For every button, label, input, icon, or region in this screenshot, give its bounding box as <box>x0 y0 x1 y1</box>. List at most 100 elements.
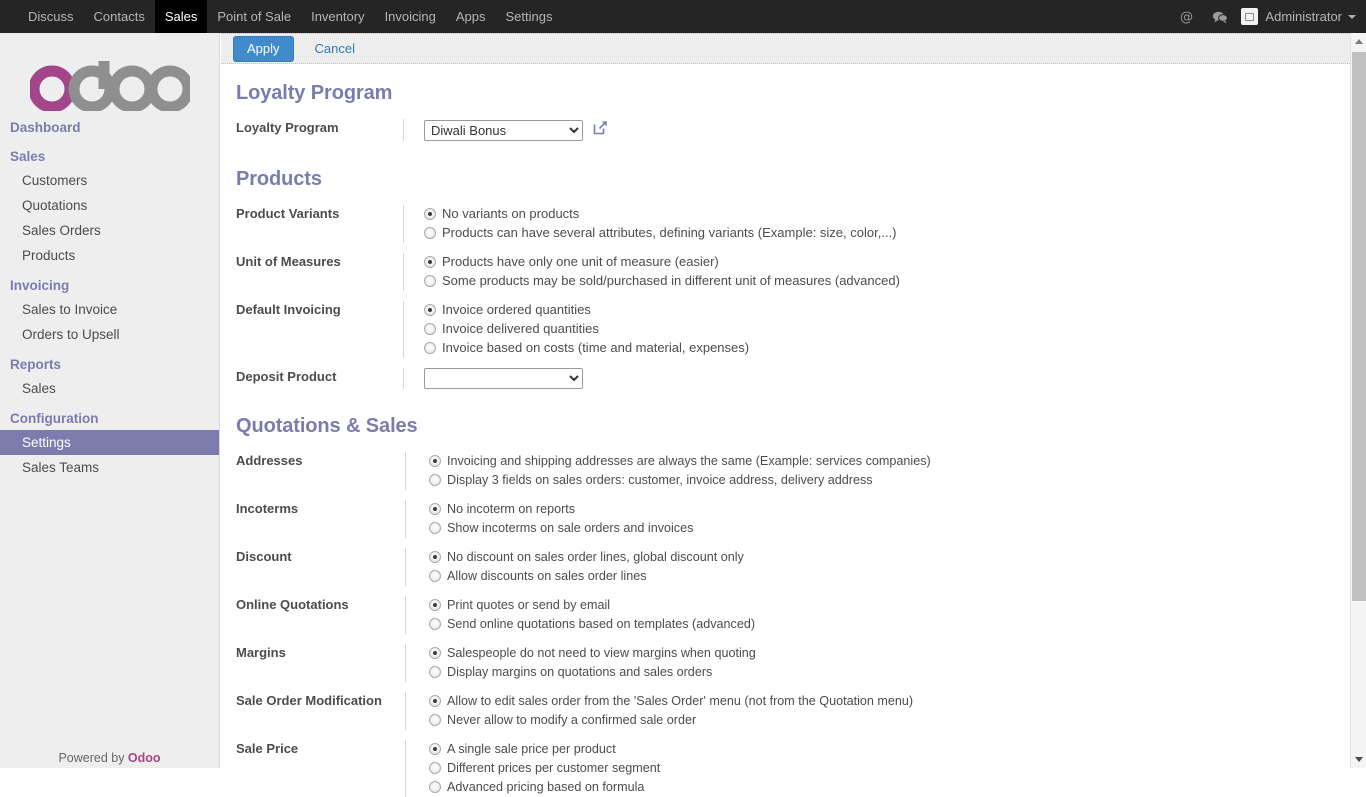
radio-option[interactable]: Display 3 fields on sales orders: custom… <box>429 471 1350 489</box>
radio-option[interactable]: Invoice delivered quantities <box>424 320 1350 338</box>
menu-item-invoicing[interactable]: Invoicing <box>375 0 446 33</box>
radio-button-icon[interactable] <box>424 304 436 316</box>
radio-button-icon[interactable] <box>429 455 441 467</box>
sidebar-item-orders-to-upsell[interactable]: Orders to Upsell <box>0 322 219 347</box>
setting-field: Salespeople do not need to view margins … <box>405 644 1350 682</box>
sidebar-item-sales[interactable]: Sales <box>0 376 219 401</box>
sidebar-section-configuration[interactable]: Configuration <box>0 407 219 430</box>
radio-option[interactable]: No incoterm on reports <box>429 500 1350 518</box>
external-link-icon[interactable] <box>592 119 609 141</box>
radio-option-label: Invoicing and shipping addresses are alw… <box>447 454 931 468</box>
select-field-wrapper <box>424 368 1350 389</box>
menu-item-contacts[interactable]: Contacts <box>84 0 155 33</box>
setting-field <box>403 368 1350 389</box>
radio-button-icon[interactable] <box>429 647 441 659</box>
setting-field: A single sale price per product Different… <box>405 740 1350 797</box>
radio-button-icon[interactable] <box>429 666 441 678</box>
radio-button-icon[interactable] <box>429 522 441 534</box>
loyalty-program-select[interactable]: Diwali Bonus <box>424 119 583 141</box>
radio-button-icon[interactable] <box>429 743 441 755</box>
menu-item-point-of-sale[interactable]: Point of Sale <box>207 0 301 33</box>
menu-item-discuss[interactable]: Discuss <box>18 0 84 33</box>
radio-button-icon[interactable] <box>424 342 436 354</box>
select-field-wrapper: Diwali Bonus <box>424 119 1350 141</box>
radio-button-icon[interactable] <box>424 208 436 220</box>
svg-text:@: @ <box>1180 10 1193 24</box>
setting-label: Sale Order Modification <box>236 693 382 708</box>
at-sign-icon[interactable]: @ <box>1170 9 1203 24</box>
sidebar-item-settings[interactable]: Settings <box>0 430 219 455</box>
sidebar: Dashboard Sales Customers Quotations Sales O… <box>0 33 220 768</box>
radio-option[interactable]: Products have only one unit of measure (… <box>424 253 1350 271</box>
radio-option[interactable]: Different prices per customer segment <box>429 759 1350 777</box>
setting-label: Default Invoicing <box>236 302 341 317</box>
sidebar-section-dashboard[interactable]: Dashboard <box>0 116 219 139</box>
chat-bubble-icon[interactable] <box>1203 10 1237 24</box>
radio-option[interactable]: No discount on sales order lines, global… <box>429 548 1350 566</box>
radio-button-icon[interactable] <box>429 618 441 630</box>
deposit-product-select[interactable] <box>424 368 583 389</box>
radio-option[interactable]: Send online quotations based on template… <box>429 615 1350 633</box>
radio-button-icon[interactable] <box>424 227 436 239</box>
powered-by-footer: Powered by Odoo <box>0 751 219 765</box>
avatar <box>1241 8 1259 25</box>
radio-button-icon[interactable] <box>429 570 441 582</box>
sidebar-section-reports[interactable]: Reports <box>0 353 219 376</box>
form-action-toolbar: Apply Cancel <box>221 33 1350 64</box>
scroll-down-arrow-icon[interactable] <box>1351 751 1366 768</box>
radio-button-icon[interactable] <box>429 714 441 726</box>
radio-option[interactable]: Allow discounts on sales order lines <box>429 567 1350 585</box>
sidebar-item-products[interactable]: Products <box>0 243 219 268</box>
sidebar-item-quotations[interactable]: Quotations <box>0 193 219 218</box>
radio-option-label: Different prices per customer segment <box>447 761 661 775</box>
radio-button-icon[interactable] <box>429 599 441 611</box>
radio-button-icon[interactable] <box>424 256 436 268</box>
vertical-scrollbar[interactable] <box>1350 33 1366 768</box>
setting-field: Products have only one unit of measure (… <box>403 253 1350 291</box>
sidebar-section-invoicing[interactable]: Invoicing <box>0 274 219 297</box>
scrollbar-thumb[interactable] <box>1352 52 1366 601</box>
chevron-down-icon <box>1348 14 1356 19</box>
menu-item-inventory[interactable]: Inventory <box>301 0 374 33</box>
radio-option[interactable]: Invoice based on costs (time and materia… <box>424 339 1350 357</box>
radio-option[interactable]: A single sale price per product <box>429 740 1350 758</box>
radio-option[interactable]: Salespeople do not need to view margins … <box>429 644 1350 662</box>
menu-item-settings[interactable]: Settings <box>496 0 563 33</box>
radio-button-icon[interactable] <box>429 551 441 563</box>
section-title-loyalty: Loyalty Program <box>236 82 393 104</box>
cancel-button[interactable]: Cancel <box>315 41 355 56</box>
user-menu[interactable]: Administrator <box>1237 8 1356 25</box>
sidebar-nav: Dashboard Sales Customers Quotations Sales O… <box>0 116 219 480</box>
apply-button[interactable]: Apply <box>233 35 294 62</box>
radio-button-icon[interactable] <box>424 323 436 335</box>
radio-option[interactable]: Print quotes or send by email <box>429 596 1350 614</box>
menu-item-apps[interactable]: Apps <box>446 0 496 33</box>
radio-button-icon[interactable] <box>429 695 441 707</box>
radio-button-icon[interactable] <box>429 474 441 486</box>
radio-button-icon[interactable] <box>424 275 436 287</box>
radio-option[interactable]: Show incoterms on sale orders and invoic… <box>429 519 1350 537</box>
radio-option[interactable]: Some products may be sold/purchased in d… <box>424 272 1350 290</box>
sidebar-item-sales-orders[interactable]: Sales Orders <box>0 218 219 243</box>
sidebar-section-sales[interactable]: Sales <box>0 145 219 168</box>
radio-option[interactable]: Advanced pricing based on formula <box>429 778 1350 796</box>
radio-option[interactable]: No variants on products <box>424 205 1350 223</box>
menu-item-sales[interactable]: Sales <box>154 0 208 33</box>
radio-button-icon[interactable] <box>429 503 441 515</box>
radio-option[interactable]: Never allow to modify a confirmed sale o… <box>429 711 1350 729</box>
radio-option[interactable]: Display margins on quotations and sales … <box>429 663 1350 681</box>
powered-brand: Odoo <box>127 751 161 765</box>
sidebar-item-customers[interactable]: Customers <box>0 168 219 193</box>
radio-button-icon[interactable] <box>429 762 441 774</box>
main-content-area: Apply Cancel Loyalty Program Loyalty Pro… <box>221 33 1366 797</box>
odoo-logo[interactable] <box>0 54 219 116</box>
scroll-up-arrow-icon[interactable] <box>1351 33 1366 50</box>
radio-option[interactable]: Products can have several attributes, de… <box>424 224 1350 242</box>
section-title-quotations: Quotations & Sales <box>236 415 418 437</box>
radio-option[interactable]: Invoice ordered quantities <box>424 301 1350 319</box>
radio-option[interactable]: Allow to edit sales order from the 'Sale… <box>429 692 1350 710</box>
sidebar-item-sales-teams[interactable]: Sales Teams <box>0 455 219 480</box>
radio-option[interactable]: Invoicing and shipping addresses are alw… <box>429 452 1350 470</box>
sidebar-item-sales-to-invoice[interactable]: Sales to Invoice <box>0 297 219 322</box>
radio-button-icon[interactable] <box>429 781 441 793</box>
